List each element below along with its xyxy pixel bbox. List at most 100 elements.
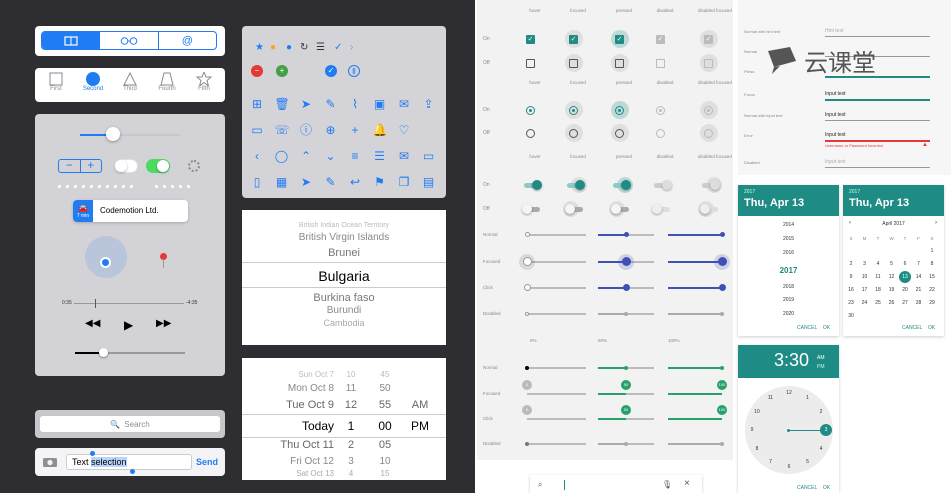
discrete-thumb[interactable] — [720, 441, 724, 446]
calendar-day[interactable]: 16 — [846, 287, 856, 293]
radio-selected[interactable] — [656, 106, 665, 115]
at-sign-segment[interactable]: @ — [159, 32, 216, 49]
slider-thumb[interactable] — [622, 284, 630, 292]
chat-icon[interactable]: ◯ — [275, 149, 289, 163]
calendar-day[interactable]: 4 — [873, 261, 883, 267]
checkbox-unchecked[interactable] — [569, 59, 578, 68]
radio-selected[interactable] — [569, 106, 578, 115]
glasses-icon[interactable] — [100, 32, 159, 49]
fast-forward-icon[interactable]: ▶▶ — [156, 318, 171, 329]
radio-unselected[interactable] — [656, 129, 665, 138]
send-icon[interactable]: ➤ — [299, 97, 313, 111]
checkbox-unchecked[interactable] — [656, 59, 665, 68]
clock-ok-button[interactable]: OK — [823, 485, 830, 491]
edit-icon[interactable]: ✎ — [324, 97, 338, 111]
selection-handle-start[interactable] — [90, 451, 95, 456]
slider-thumb[interactable] — [623, 232, 629, 238]
mail-icon[interactable]: ✉ — [397, 97, 411, 111]
calendar-day[interactable]: 12 — [887, 274, 897, 280]
calendar-day[interactable]: 6 — [900, 261, 910, 267]
clock-number[interactable]: 9 — [747, 427, 757, 433]
switch-thumb-on[interactable] — [532, 180, 542, 190]
book-icon[interactable]: ▯ — [250, 175, 264, 189]
compose-icon[interactable]: ✎ — [324, 175, 338, 189]
play-icon[interactable]: ▶ — [124, 318, 133, 332]
hour-cell[interactable]: 11 — [336, 383, 366, 394]
radio-selected[interactable] — [615, 106, 624, 115]
close-icon[interactable]: × — [684, 478, 690, 489]
calendar-day[interactable]: 10 — [860, 274, 870, 280]
calendar-day[interactable]: 19 — [887, 287, 897, 293]
calendar-day[interactable]: 22 — [927, 287, 937, 293]
star-icon[interactable]: ★ — [255, 43, 264, 53]
calendar-day[interactable]: 20 — [900, 287, 910, 293]
calendar-day[interactable]: 9 — [846, 274, 856, 280]
menu-icon[interactable]: ☰ — [373, 149, 387, 163]
time-display[interactable]: 3:30 — [774, 350, 809, 371]
picker-item[interactable]: Cambodia — [242, 318, 446, 328]
clock-number[interactable]: 6 — [784, 464, 794, 470]
search-input[interactable]: 🔍 Search — [40, 416, 220, 432]
picker-item[interactable]: Brunei — [242, 247, 446, 259]
bell-icon[interactable]: 🔔 — [373, 123, 388, 137]
text-field-value[interactable]: Input text — [825, 91, 846, 97]
clock-number[interactable]: 1 — [803, 395, 813, 401]
calendar-ok-button[interactable]: OK — [928, 325, 935, 331]
chevron-down-icon[interactable]: ⌄ — [324, 149, 338, 163]
picker-item[interactable]: Burkina faso — [242, 292, 446, 304]
cart-icon[interactable]: ⊞ — [250, 97, 264, 111]
date-cell[interactable]: Today — [262, 419, 334, 433]
calendar-day[interactable]: 23 — [846, 300, 856, 306]
minute-cell[interactable]: 55 — [370, 399, 400, 411]
send-icon[interactable]: ➤ — [299, 175, 313, 189]
discrete-thumb[interactable] — [720, 365, 724, 370]
switch-off[interactable] — [114, 159, 138, 173]
checkbox-checked[interactable]: ✓ — [569, 35, 578, 44]
chevron-right-icon[interactable]: › — [350, 43, 353, 53]
info-icon[interactable]: ⓘ — [299, 123, 313, 137]
plus-icon[interactable]: + — [348, 123, 362, 137]
segmented-control[interactable]: @ — [41, 31, 217, 50]
slider-thumb[interactable] — [523, 284, 531, 292]
clock-number[interactable]: 5 — [803, 459, 813, 465]
scrubber-handle[interactable] — [95, 299, 96, 308]
picker-item[interactable]: British Virgin Islands — [242, 232, 446, 243]
date-cell[interactable]: Tue Oct 9 — [262, 399, 334, 411]
switch-thumb-off[interactable] — [522, 204, 532, 214]
discrete-thumb[interactable] — [525, 441, 529, 446]
check-icon[interactable]: ✓ — [334, 43, 342, 53]
calendar-date[interactable]: Thu, Apr 13 — [849, 197, 909, 209]
minute-cell[interactable]: 45 — [370, 370, 400, 379]
video-icon[interactable]: ▭ — [250, 123, 264, 137]
calendar-day[interactable]: 13 — [900, 274, 910, 280]
slider-thumb[interactable] — [719, 232, 725, 238]
slider-thumb[interactable] — [106, 127, 120, 141]
pm-toggle[interactable]: PM — [817, 364, 825, 370]
switch-thumb-off[interactable] — [565, 204, 575, 214]
clock-number[interactable]: 10 — [752, 409, 762, 415]
switch-thumb-off[interactable] — [611, 204, 621, 214]
tab-fifth[interactable]: Fifth — [194, 72, 214, 92]
calendar-day[interactable]: 30 — [846, 313, 856, 319]
checkbox-unchecked[interactable] — [526, 59, 535, 68]
plus-icon[interactable]: + — [81, 159, 102, 172]
minute-cell[interactable]: 50 — [370, 383, 400, 394]
cancel-button[interactable]: CANCEL — [797, 325, 817, 331]
reply-icon[interactable]: ↩ — [348, 175, 362, 189]
year-item[interactable]: 2020 — [738, 311, 839, 317]
year-item[interactable]: 2016 — [738, 250, 839, 256]
calendar-day[interactable]: 24 — [860, 300, 870, 306]
mic-icon[interactable]: 🎙 — [662, 480, 672, 489]
calendar-day[interactable]: 15 — [927, 274, 937, 280]
date-cell[interactable]: Sat Oct 13 — [262, 469, 334, 478]
page-control[interactable] — [58, 185, 198, 189]
switch-thumb-on[interactable] — [710, 180, 720, 190]
radio-unselected[interactable] — [569, 129, 578, 138]
year-label[interactable]: 2017 — [744, 189, 755, 195]
date-cell[interactable]: Sun Oct 7 — [262, 370, 334, 379]
calendar-day[interactable]: 1 — [927, 248, 937, 254]
calendar-day[interactable]: 18 — [873, 287, 883, 293]
clock-cancel-button[interactable]: CANCEL — [797, 485, 817, 491]
flag-icon[interactable]: ⚑ — [373, 175, 387, 189]
hour-cell[interactable]: 10 — [336, 370, 366, 379]
